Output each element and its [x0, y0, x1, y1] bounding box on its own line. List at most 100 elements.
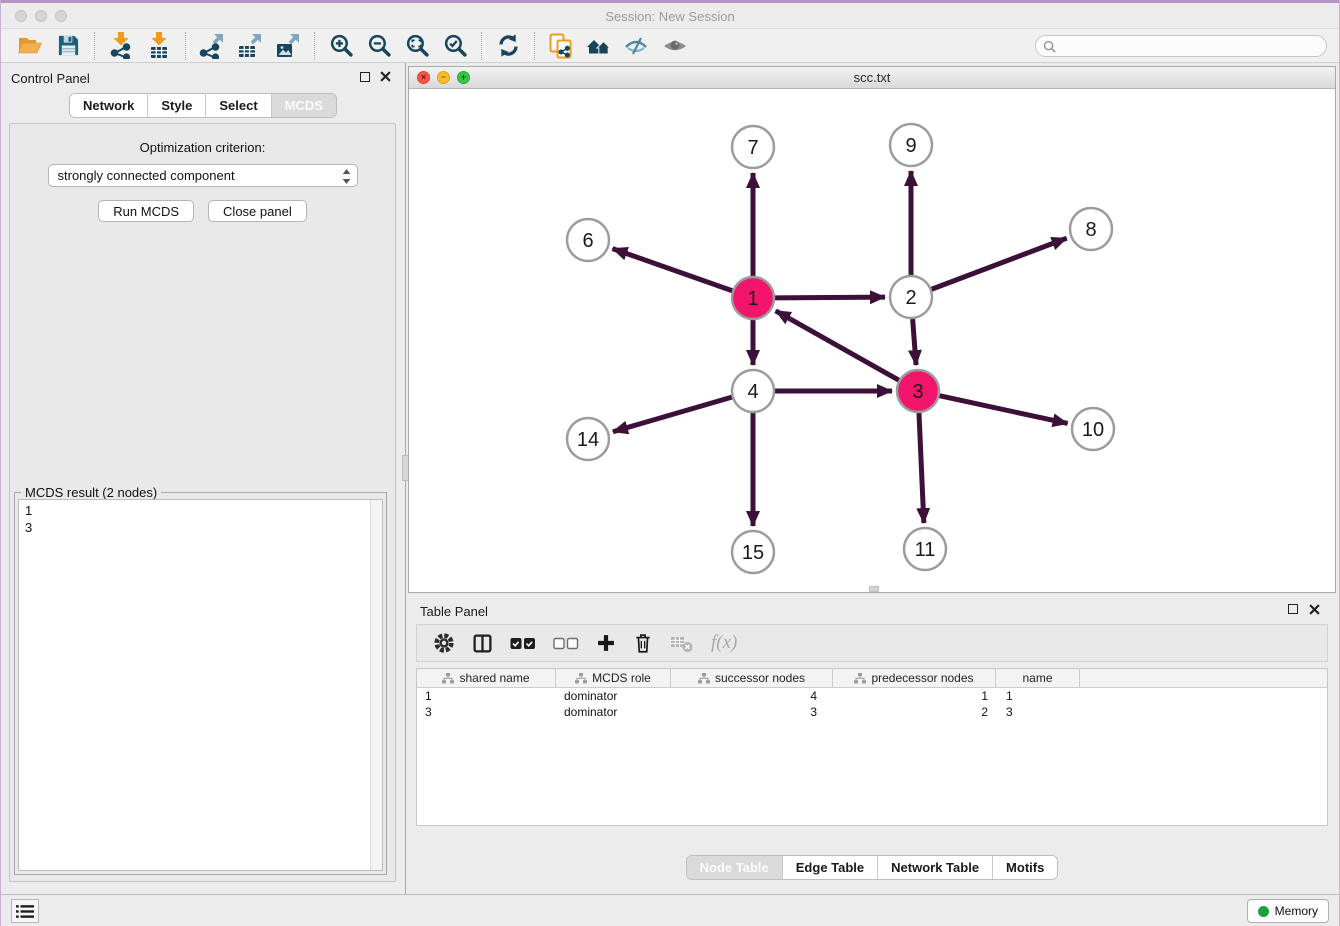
- canvas-splitter-handle[interactable]: [869, 586, 879, 592]
- zoom-fit-button[interactable]: [398, 31, 436, 61]
- svg-text:14: 14: [577, 429, 599, 451]
- network-canvas[interactable]: 7 9 6 8 1 2 4 3 14 10 15 11: [409, 89, 1335, 592]
- hide-graphics-details-button[interactable]: [618, 31, 656, 61]
- graph-node-11[interactable]: 11: [904, 528, 946, 570]
- close-panel-button[interactable]: Close panel: [208, 200, 307, 222]
- session-title: Session: New Session: [1, 9, 1339, 24]
- eye-icon: [662, 34, 688, 58]
- result-line: 3: [25, 519, 376, 536]
- zoom-out-button[interactable]: [360, 31, 398, 61]
- table-row[interactable]: 3dominator323: [417, 704, 1327, 720]
- graph-node-14[interactable]: 14: [567, 418, 609, 460]
- column-label: shared name: [459, 671, 529, 685]
- select-all-columns-button[interactable]: [510, 637, 536, 650]
- tab-select[interactable]: Select: [206, 94, 271, 117]
- graph-edge-1-2[interactable]: [775, 297, 885, 298]
- tab-network[interactable]: Network: [70, 94, 148, 117]
- svg-text:2: 2: [905, 287, 916, 309]
- graph-edge-1-6[interactable]: [613, 249, 733, 291]
- graph-edge-4-14[interactable]: [613, 397, 732, 432]
- show-column-button[interactable]: [472, 633, 493, 654]
- column-header-predecessor-nodes[interactable]: predecessor nodes: [833, 669, 996, 687]
- svg-text:8: 8: [1085, 219, 1096, 241]
- memory-button[interactable]: Memory: [1247, 899, 1329, 923]
- result-scrollbar[interactable]: [370, 500, 382, 870]
- import-network-button[interactable]: [102, 31, 140, 61]
- mcds-result-textarea[interactable]: 13: [18, 499, 383, 871]
- create-column-button[interactable]: [596, 633, 616, 653]
- graph-node-15[interactable]: 15: [732, 531, 774, 573]
- tab-motifs[interactable]: Motifs: [993, 856, 1057, 879]
- svg-text:1: 1: [747, 288, 758, 310]
- run-mcds-button[interactable]: Run MCDS: [98, 200, 194, 222]
- svg-text:15: 15: [742, 542, 764, 564]
- tab-edge-table[interactable]: Edge Table: [783, 856, 878, 879]
- graph-edge-2-8[interactable]: [932, 238, 1067, 289]
- float-panel-icon[interactable]: [360, 72, 370, 82]
- show-graphics-details-button[interactable]: [656, 31, 694, 61]
- export-image-button[interactable]: [269, 31, 307, 61]
- table-float-icon[interactable]: [1288, 604, 1298, 614]
- graph-edge-3-11[interactable]: [919, 413, 924, 523]
- criterion-select[interactable]: strongly connected component: [48, 164, 358, 187]
- close-panel-icon[interactable]: [380, 71, 391, 82]
- export-image-icon: [275, 33, 301, 59]
- column-label: name: [1022, 671, 1052, 685]
- delete-column-button[interactable]: [633, 632, 653, 654]
- control-panel-title: Control Panel: [11, 71, 90, 86]
- graph-node-9[interactable]: 9: [890, 124, 932, 166]
- export-network-button[interactable]: [193, 31, 231, 61]
- workspace-area: × − + scc.txt 7 9 6 8 1 2 4 3 14 10 15 11: [407, 63, 1339, 894]
- column-header-MCDS-role[interactable]: MCDS role: [556, 669, 671, 687]
- graph-node-10[interactable]: 10: [1072, 408, 1114, 450]
- function-builder-button-disabled[interactable]: f(x): [711, 632, 737, 654]
- graph-node-8[interactable]: 8: [1070, 208, 1112, 250]
- table-settings-button[interactable]: [433, 632, 455, 654]
- clone-network-button[interactable]: [542, 31, 580, 61]
- graph-node-4[interactable]: 4: [732, 370, 774, 412]
- column-header-successor-nodes[interactable]: successor nodes: [671, 669, 833, 687]
- column-header-name[interactable]: name: [996, 669, 1080, 687]
- trash-icon: [633, 632, 653, 654]
- tab-node-table[interactable]: Node Table: [687, 856, 783, 879]
- tab-network-table[interactable]: Network Table: [878, 856, 993, 879]
- graph-edge-3-1[interactable]: [776, 311, 899, 380]
- unselect-all-columns-button[interactable]: [553, 637, 579, 650]
- task-history-button[interactable]: [11, 899, 39, 923]
- save-session-button[interactable]: [49, 31, 87, 61]
- graph-node-1[interactable]: 1: [732, 277, 774, 319]
- graph-node-6[interactable]: 6: [567, 219, 609, 261]
- gear-icon: [433, 632, 455, 654]
- main-toolbar: [1, 29, 1339, 63]
- zoom-selected-button[interactable]: [436, 31, 474, 61]
- tab-mcds[interactable]: MCDS: [272, 94, 336, 117]
- tab-style[interactable]: Style: [148, 94, 206, 117]
- column-header-shared-name[interactable]: shared name: [417, 669, 556, 687]
- mcds-result-lines: 13: [19, 500, 382, 538]
- search-input[interactable]: [1061, 39, 1326, 53]
- control-panel: Control Panel NetworkStyleSelectMCDS Opt…: [1, 63, 406, 894]
- graph-edge-2-3[interactable]: [913, 319, 916, 365]
- table-close-icon[interactable]: [1309, 604, 1320, 615]
- search-field[interactable]: [1035, 35, 1327, 57]
- network-window-titlebar[interactable]: × − + scc.txt: [409, 67, 1335, 89]
- delete-table-button-disabled[interactable]: [670, 633, 694, 653]
- zoom-in-button[interactable]: [322, 31, 360, 61]
- import-table-button[interactable]: [140, 31, 178, 61]
- graph-node-7[interactable]: 7: [732, 126, 774, 168]
- control-panel-tabs: NetworkStyleSelectMCDS: [69, 93, 337, 118]
- graph-edge-3-10[interactable]: [939, 396, 1067, 424]
- show-all-networks-button[interactable]: [580, 31, 618, 61]
- delete-table-icon: [670, 633, 694, 653]
- graph-node-2[interactable]: 2: [890, 276, 932, 318]
- table-toolbar: f(x): [416, 624, 1328, 662]
- table-row[interactable]: 1dominator411: [417, 688, 1327, 704]
- toolbar-separator: [314, 32, 315, 60]
- export-table-button[interactable]: [231, 31, 269, 61]
- open-file-button[interactable]: [11, 31, 49, 61]
- hierarchy-icon: [698, 673, 710, 684]
- apply-layout-button[interactable]: [489, 31, 527, 61]
- table-tabs: Node TableEdge TableNetwork TableMotifs: [686, 855, 1059, 880]
- graph-node-3[interactable]: 3: [897, 370, 939, 412]
- result-line: 1: [25, 502, 376, 519]
